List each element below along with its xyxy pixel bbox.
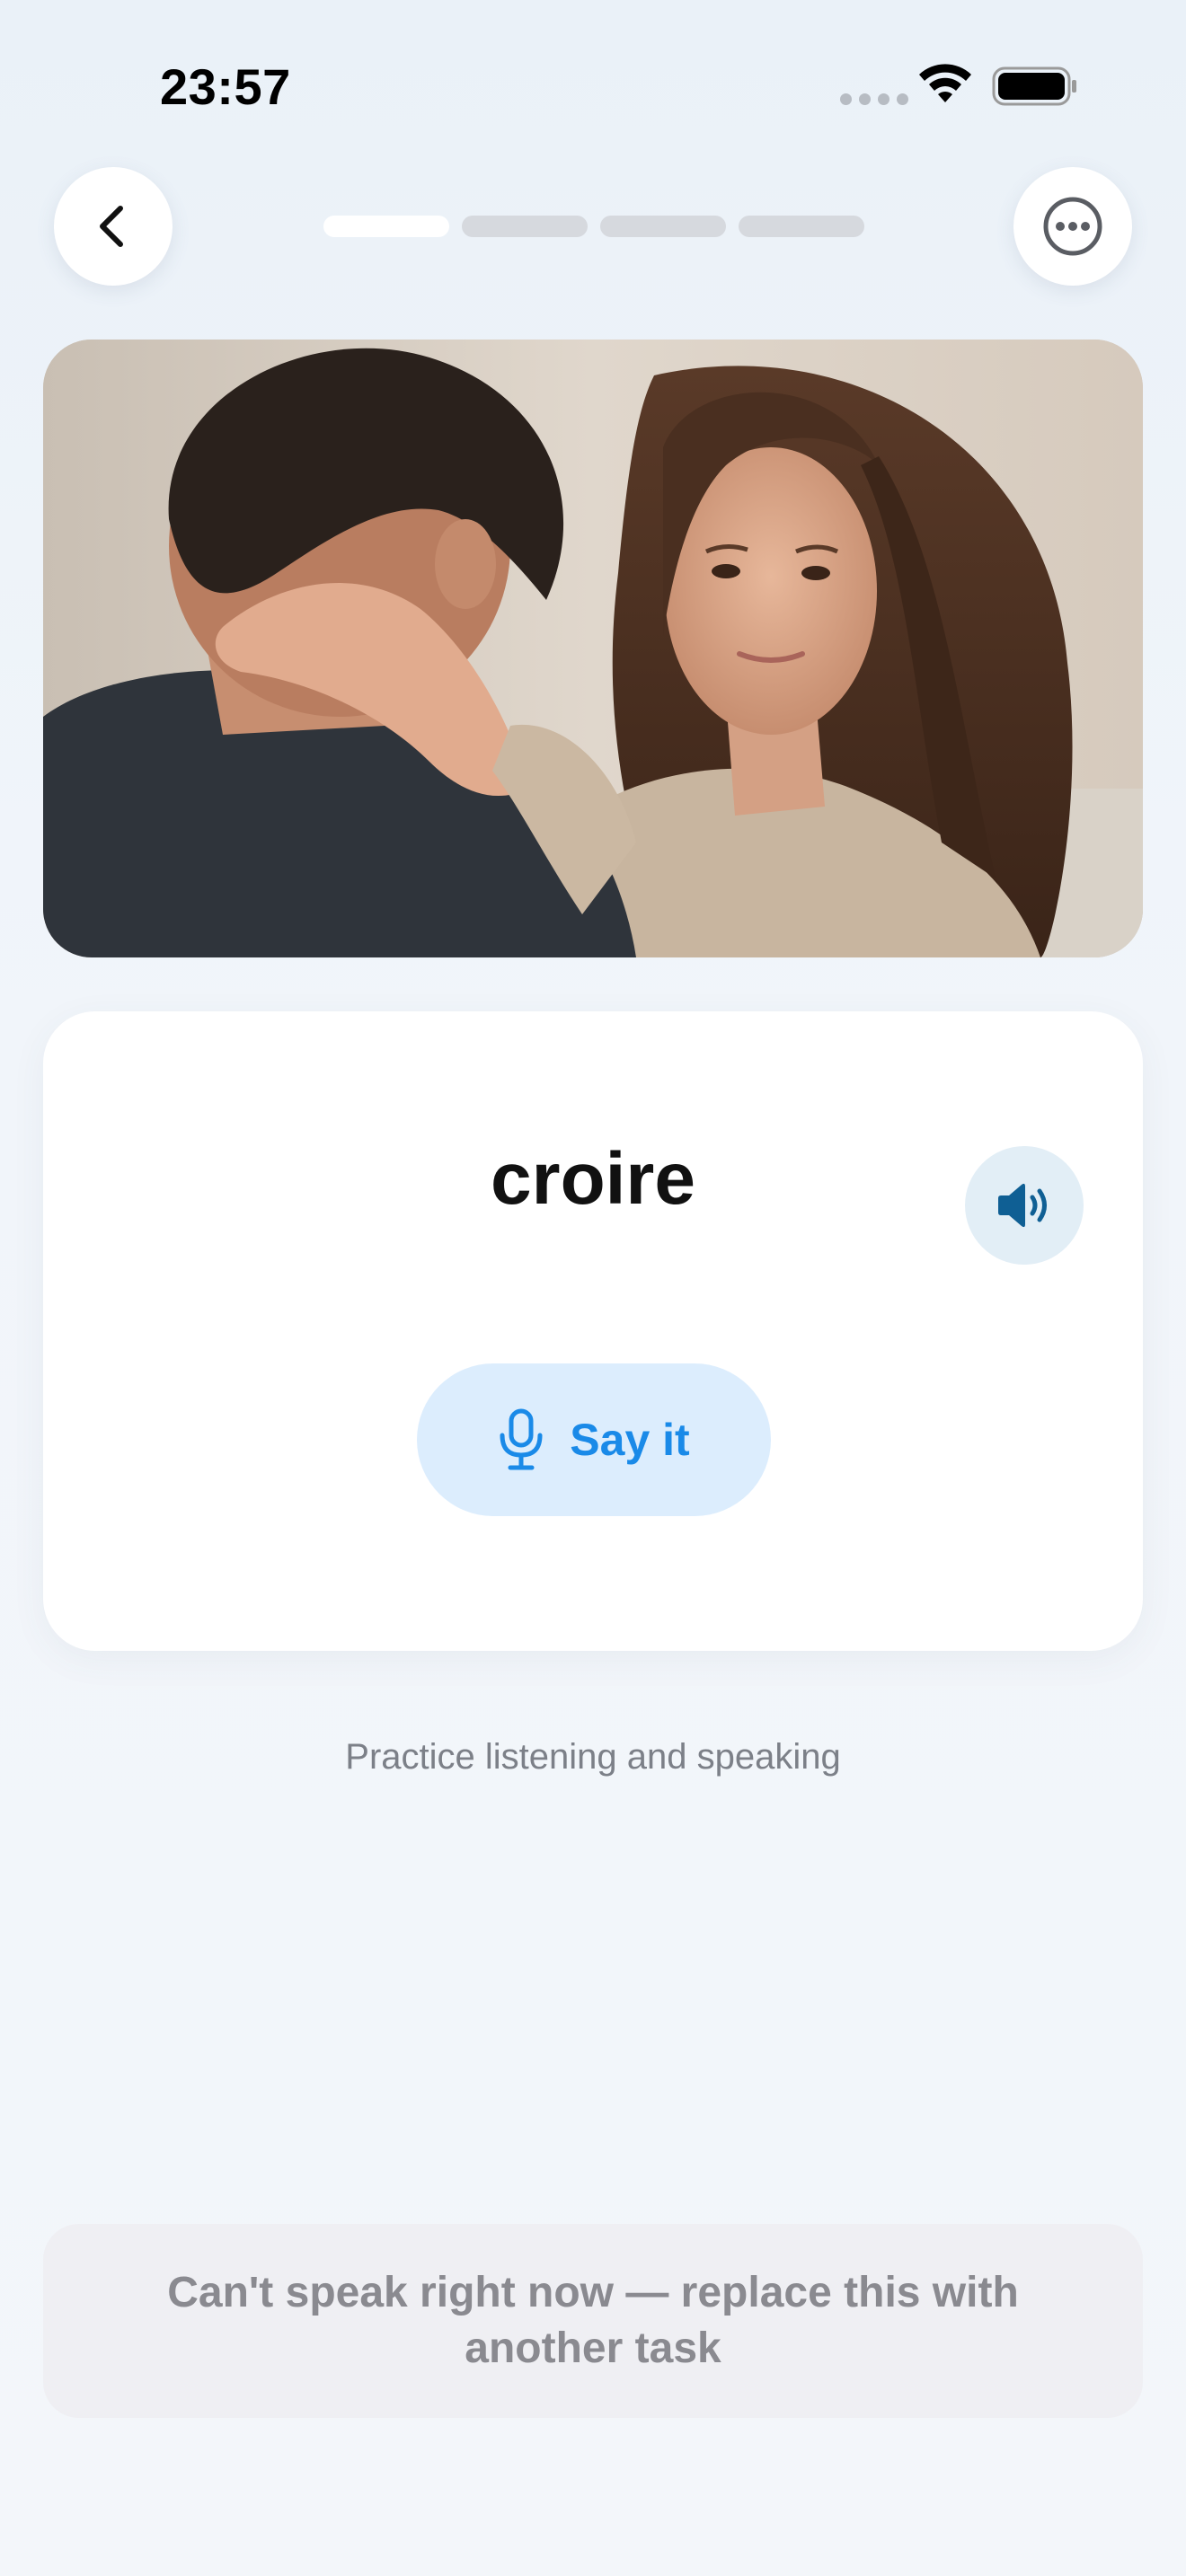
say-it-label: Say it bbox=[570, 1415, 690, 1465]
lesson-progress bbox=[323, 216, 864, 237]
ellipsis-circle-icon bbox=[1043, 197, 1102, 256]
word-illustration-image bbox=[43, 340, 1143, 957]
cellular-signal-icon bbox=[840, 93, 908, 105]
say-it-button[interactable]: Say it bbox=[417, 1363, 771, 1516]
battery-icon bbox=[992, 66, 1076, 106]
chevron-left-icon bbox=[100, 206, 123, 247]
play-audio-button[interactable] bbox=[965, 1146, 1084, 1265]
word-card: croire Say it bbox=[43, 1011, 1143, 1651]
status-bar: 23:57 bbox=[0, 0, 1186, 171]
status-time: 23:57 bbox=[160, 58, 291, 115]
progress-segment-current bbox=[323, 216, 449, 237]
replace-task-label: Can't speak right now — replace this wit… bbox=[167, 2269, 1019, 2372]
practice-hint: Practice listening and speaking bbox=[345, 1737, 841, 1777]
progress-segment bbox=[462, 216, 588, 237]
speaker-wave-icon bbox=[998, 1183, 1047, 1228]
replace-task-button[interactable]: Can't speak right now — replace this wit… bbox=[43, 2224, 1143, 2418]
progress-segment bbox=[600, 216, 726, 237]
wifi-icon bbox=[919, 64, 971, 102]
more-options-button[interactable] bbox=[1013, 167, 1132, 286]
back-button[interactable] bbox=[54, 167, 173, 286]
microphone-icon bbox=[500, 1408, 543, 1470]
progress-segment bbox=[739, 216, 864, 237]
